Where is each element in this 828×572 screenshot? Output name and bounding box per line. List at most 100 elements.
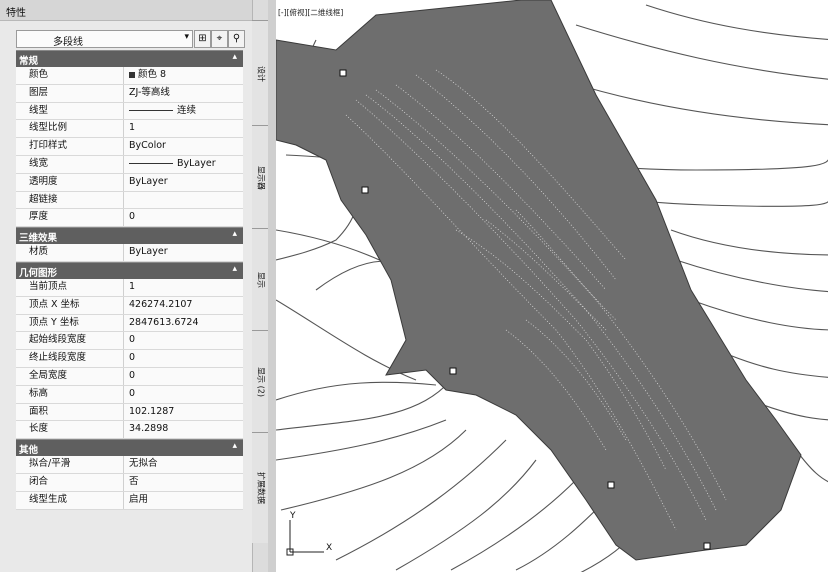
vertex-grip[interactable]	[703, 542, 711, 550]
palette-title: 特性	[6, 8, 26, 19]
section-header[interactable]: 常规 ▴	[16, 50, 243, 67]
property-value[interactable]: 连续	[129, 103, 196, 120]
contour-line	[675, 259, 828, 293]
property-value[interactable]: ByColor	[129, 138, 166, 155]
property-row[interactable]: 厚度 0	[16, 209, 243, 228]
side-tab[interactable]: 显示 (2)	[252, 330, 268, 433]
property-value[interactable]: 无拟合	[129, 456, 158, 473]
property-row[interactable]: 透明度 ByLayer	[16, 173, 243, 192]
property-row[interactable]: 起始线段宽度 0	[16, 332, 243, 351]
ucs-icon	[286, 520, 324, 556]
property-value-text: 2847613.6724	[129, 316, 199, 328]
property-row[interactable]: 闭合否	[16, 473, 243, 492]
property-value[interactable]: 0	[129, 332, 135, 349]
vertex-grip[interactable]	[339, 69, 347, 77]
chevron-down-icon: ▾	[184, 32, 189, 42]
property-value[interactable]: 0	[129, 386, 135, 403]
property-value[interactable]: 颜色 8	[129, 67, 166, 84]
property-value-text: 否	[129, 475, 139, 487]
color-swatch-icon	[129, 71, 135, 78]
property-row[interactable]: 长度 34.2898	[16, 421, 243, 440]
property-row[interactable]: 线型比例 1	[16, 120, 243, 139]
side-tab[interactable]: 显示	[252, 228, 268, 331]
property-value-text: 0	[129, 211, 136, 223]
side-tab[interactable]: 显示器	[252, 125, 268, 229]
property-label: 颜色	[16, 67, 124, 84]
property-value[interactable]: 426274.2107	[129, 297, 192, 314]
property-value-text: 启用	[129, 493, 149, 505]
property-value[interactable]: 34.2898	[129, 421, 168, 438]
property-row[interactable]: 顶点 X 坐标 426274.2107	[16, 296, 243, 315]
vertex-grip[interactable]	[607, 481, 615, 489]
property-row[interactable]: 超链接	[16, 191, 243, 210]
linetype-sample-icon	[129, 109, 173, 111]
property-row[interactable]: 打印样式 ByColor	[16, 138, 243, 156]
property-value[interactable]: ByLayer	[129, 244, 168, 261]
section-header[interactable]: 其他 ▴	[16, 439, 243, 457]
select-objects-button[interactable]: ⌖	[211, 30, 228, 48]
property-row[interactable]: 全局宽度 0	[16, 367, 243, 386]
property-row[interactable]: 颜色 颜色 8	[16, 67, 243, 85]
property-value[interactable]: 102.1287	[129, 404, 174, 421]
property-label: 线宽	[16, 155, 124, 173]
property-row[interactable]: 线宽 ByLayer	[16, 155, 243, 174]
property-value-text: ByLayer	[129, 246, 168, 258]
property-value[interactable]: 0	[129, 209, 135, 226]
property-value[interactable]: 0	[129, 368, 135, 385]
side-tab[interactable]: 设计	[252, 20, 268, 126]
collapse-icon[interactable]: ▴	[232, 264, 237, 274]
collapse-icon[interactable]: ▴	[232, 441, 237, 451]
property-row[interactable]: 终止线段宽度 0	[16, 350, 243, 368]
property-row[interactable]: 线型 连续	[16, 102, 243, 121]
side-tab-label: 设计	[256, 65, 266, 82]
property-label: 当前顶点	[16, 278, 124, 296]
ucs-y-label: Y	[290, 511, 296, 521]
property-value[interactable]: ZJ-等高线	[129, 85, 170, 102]
quick-select-button[interactable]: ⚲	[228, 30, 245, 48]
property-row[interactable]: 当前顶点 1	[16, 278, 243, 297]
hatched-polyline-region	[276, 0, 802, 561]
toggle-pickadd-button[interactable]: ⊞	[194, 30, 211, 48]
property-value[interactable]: 否	[129, 474, 139, 491]
property-row[interactable]: 拟合/平滑 无拟合	[16, 456, 243, 474]
property-value-text: ByLayer	[177, 157, 216, 169]
viewport-controls-label[interactable]: [-][俯视][二维线框]	[278, 7, 344, 18]
section-header[interactable]: 三维效果 ▴	[16, 227, 243, 245]
collapse-icon[interactable]: ▴	[232, 229, 237, 239]
contour-line	[645, 4, 828, 40]
property-value[interactable]: 1	[129, 279, 135, 296]
contour-line	[450, 479, 577, 571]
property-label: 起始线段宽度	[16, 332, 124, 350]
property-value[interactable]: 2847613.6724	[129, 315, 199, 332]
property-row[interactable]: 面积 102.1287	[16, 403, 243, 422]
plus-box-icon: ⊞	[198, 33, 207, 44]
side-tab[interactable]: 扩展数据	[252, 432, 268, 543]
property-label: 厚度	[16, 209, 124, 227]
property-row[interactable]: 线型生成 启用	[16, 491, 243, 510]
drawing-canvas[interactable]: [-][俯视][二维线框] X Y	[276, 0, 828, 572]
side-tab-label: 显示器	[256, 165, 266, 190]
section-header[interactable]: 几何图形 ▴	[16, 261, 243, 279]
property-value-text: 1	[129, 280, 136, 292]
property-value[interactable]: ByLayer	[129, 156, 216, 173]
palette-title-bar[interactable]: 特性	[0, 0, 252, 21]
palette-grip-bar[interactable]	[268, 0, 276, 572]
section-title: 常规	[19, 56, 39, 67]
property-row[interactable]: 图层 ZJ-等高线	[16, 84, 243, 103]
property-value[interactable]: 1	[129, 120, 135, 137]
vertex-grip[interactable]	[361, 186, 369, 194]
property-value[interactable]: 0	[129, 350, 135, 367]
object-type-dropdown[interactable]: 多段线 ▾	[16, 30, 193, 48]
property-value-text: 0	[129, 387, 136, 399]
property-value-text: ByLayer	[129, 175, 168, 187]
collapse-icon[interactable]: ▴	[232, 52, 237, 62]
property-row[interactable]: 标高 0	[16, 385, 243, 404]
property-row[interactable]: 顶点 Y 坐标 2847613.6724	[16, 314, 243, 333]
property-label: 终止线段宽度	[16, 350, 124, 367]
property-row[interactable]: 材质 ByLayer	[16, 244, 243, 262]
property-label: 全局宽度	[16, 367, 124, 385]
property-value[interactable]: 启用	[129, 492, 148, 509]
side-tab-label: 扩展数据	[256, 472, 266, 504]
property-value[interactable]: ByLayer	[129, 174, 168, 191]
vertex-grip[interactable]	[449, 367, 457, 375]
